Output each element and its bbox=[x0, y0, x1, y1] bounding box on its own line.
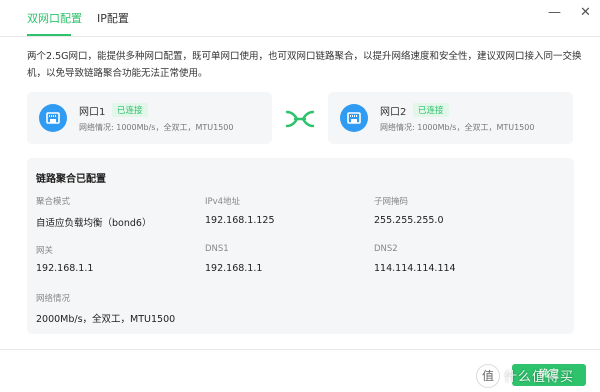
field-label-network-status: 网络情况 bbox=[36, 294, 71, 304]
ethernet-port-icon bbox=[39, 104, 67, 132]
field-value-dns1: 192.168.1.1 bbox=[205, 263, 263, 274]
port-network-info: 网络情况: 1000Mb/s，全双工，MTU1500 bbox=[380, 123, 535, 132]
field-label-dns2: DNS2 bbox=[374, 244, 398, 254]
field-value-dns2: 114.114.114.114 bbox=[374, 263, 456, 274]
tab-dual-port-config[interactable]: 双网口配置 bbox=[27, 10, 82, 26]
status-badge: 已连接 bbox=[413, 103, 449, 117]
active-tab-indicator bbox=[27, 34, 71, 36]
port-card-2: 网口2 已连接 网络情况: 1000Mb/s，全双工，MTU1500 bbox=[328, 92, 573, 144]
field-label-bond-mode: 聚合模式 bbox=[36, 197, 71, 207]
field-value-network-status: 2000Mb/s，全双工，MTU1500 bbox=[36, 314, 176, 325]
ethernet-port-icon bbox=[340, 104, 368, 132]
field-value-bond-mode: 自适应负载均衡（bond6） bbox=[36, 218, 152, 229]
field-value-ipv4: 192.168.1.125 bbox=[205, 215, 275, 226]
field-label-gateway: 网关 bbox=[36, 246, 54, 256]
link-aggregation-panel: 链路聚合已配置 聚合模式 自适应负载均衡（bond6） IPv4地址 192.1… bbox=[27, 158, 574, 334]
status-badge: 已连接 bbox=[112, 103, 148, 117]
link-aggregation-icon bbox=[285, 110, 315, 128]
port-network-info: 网络情况: 1000Mb/s，全双工，MTU1500 bbox=[79, 123, 234, 132]
port-name: 网口2 bbox=[380, 107, 407, 118]
minimize-icon[interactable]: — bbox=[548, 5, 561, 20]
watermark-logo-icon: 值 bbox=[476, 364, 500, 388]
footer-divider bbox=[0, 349, 600, 350]
field-value-subnet-mask: 255.255.255.0 bbox=[374, 215, 444, 226]
tab-ip-config[interactable]: IP配置 bbox=[97, 10, 129, 26]
panel-title: 链路聚合已配置 bbox=[36, 174, 106, 185]
watermark-text: 什么值得买 bbox=[504, 370, 575, 385]
field-value-gateway: 192.168.1.1 bbox=[36, 263, 94, 274]
field-label-dns1: DNS1 bbox=[205, 244, 229, 254]
tab-bar: 双网口配置 IP配置 — ✕ bbox=[0, 0, 600, 37]
close-icon[interactable]: ✕ bbox=[580, 5, 591, 20]
port-name: 网口1 bbox=[79, 107, 106, 118]
description-text: 两个2.5G网口，能提供多种网口配置，既可单网口使用，也可双网口链路聚合，以提升… bbox=[27, 51, 582, 79]
field-label-subnet-mask: 子网掩码 bbox=[374, 197, 409, 207]
port-card-1: 网口1 已连接 网络情况: 1000Mb/s，全双工，MTU1500 bbox=[27, 92, 272, 144]
field-label-ipv4: IPv4地址 bbox=[205, 197, 241, 207]
